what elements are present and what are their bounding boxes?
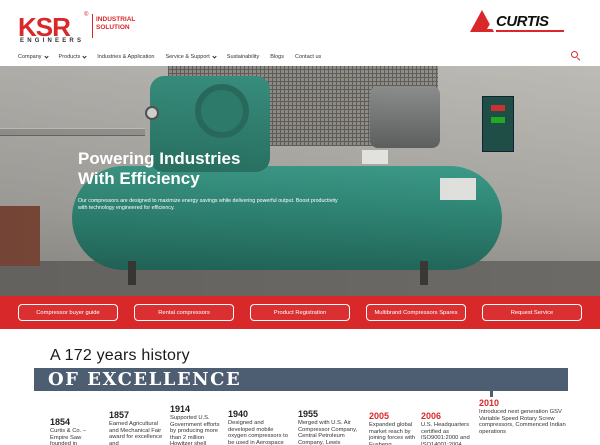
curtis-underline <box>496 30 564 32</box>
nav-label: Contact us <box>294 54 322 60</box>
curtis-logo[interactable]: CURTIS <box>470 10 566 34</box>
timeline-text: Merged with U.S. Air Compressor Company,… <box>298 420 358 445</box>
multibrand-spares-button[interactable]: Multibrand Compressors Spares <box>366 304 466 321</box>
timeline-item: 2006 U.S. Headquarters certified as ISO9… <box>421 411 477 445</box>
nav-label: Blogs <box>270 54 284 60</box>
nav-label: Company <box>18 54 42 60</box>
nav-item-products[interactable]: Products <box>58 53 87 60</box>
chevron-down-icon <box>212 53 217 59</box>
ksr-logo[interactable]: KSR ® ENGINEERS INDUSTRIAL SOLUTION <box>18 12 138 46</box>
nav-item-industries[interactable]: Industries & Application <box>97 54 154 60</box>
chevron-down-icon <box>82 53 87 59</box>
nav-item-contact[interactable]: Contact us <box>295 54 321 60</box>
timeline-text: Supported U.S. Government efforts by pro… <box>170 415 220 445</box>
timeline-item: 1955 Merged with U.S. Air Compressor Com… <box>298 409 364 445</box>
timeline-year: 1940 <box>228 409 249 419</box>
rental-compressors-button[interactable]: Rental compressors <box>134 304 234 321</box>
nav-item-company[interactable]: Company <box>18 53 49 60</box>
nav-item-blogs[interactable]: Blogs <box>270 54 284 60</box>
nav-label: Products <box>58 54 81 60</box>
hero-banner: Powering Industries With Efficiency Our … <box>0 66 600 296</box>
timeline-year: 2005 <box>369 411 390 421</box>
timeline-text: Introduced next generation GSV Variable … <box>479 409 566 435</box>
site-header: KSR ® ENGINEERS INDUSTRIAL SOLUTION CURT… <box>0 0 600 66</box>
curtis-triangle-icon <box>470 10 501 32</box>
timeline-item: 1914 Supported U.S. Government efforts b… <box>170 404 225 445</box>
product-registration-button[interactable]: Product Registration <box>250 304 350 321</box>
chevron-down-icon <box>43 53 49 59</box>
nav-label: Sustainability <box>226 54 260 60</box>
timeline-text: Earned Agricultural and Mechanical Fair … <box>109 421 163 445</box>
history-title: A 172 years history <box>50 347 190 364</box>
logo-subtitle: ENGINEERS <box>20 38 85 44</box>
hero-description: Our compressors are designed to maximize… <box>78 198 338 211</box>
timeline-year: 2006 <box>421 411 442 421</box>
timeline-text: U.S. Headquarters certified as ISO9001:2… <box>421 422 470 445</box>
hero-title-line: With Efficiency <box>78 169 200 188</box>
curtis-wordmark: CURTIS <box>496 13 549 30</box>
timeline-text: Expanded global market reach by joining … <box>369 422 416 445</box>
timeline-year: 2010 <box>479 398 500 408</box>
request-service-button[interactable]: Request Service <box>482 304 582 321</box>
timeline-item: 2005 Expanded global market reach by joi… <box>369 411 419 445</box>
main-nav: Company Products Industries & Applicatio… <box>18 52 332 62</box>
search-icon[interactable] <box>571 51 581 61</box>
timeline-year: 1857 <box>109 410 130 420</box>
timeline-text: Curtis & Co. – Empire Saw founded in <box>50 428 87 445</box>
excellence-banner-text: OF EXCELLENCE <box>48 369 242 390</box>
compressor-buyer-guide-button[interactable]: Compressor buyer guide <box>18 304 118 321</box>
timeline-year: 1914 <box>170 404 191 414</box>
quick-action-bar: Compressor buyer guide Rental compressor… <box>0 296 600 329</box>
hero-title-line: Powering Industries <box>78 149 241 168</box>
timeline-item: 2010 Introduced next generation GSV Vari… <box>479 398 575 435</box>
timeline-marker <box>490 391 493 397</box>
timeline-year: 1955 <box>298 409 319 419</box>
timeline-year: 1854 <box>50 417 71 427</box>
logo-registered-mark: ® <box>84 12 89 18</box>
nav-item-sustainability[interactable]: Sustainability <box>227 54 259 60</box>
logo-divider <box>92 14 93 38</box>
timeline-item: 1854 Curtis & Co. – Empire Saw founded i… <box>50 417 100 445</box>
logo-tagline: INDUSTRIAL SOLUTION <box>96 16 136 31</box>
timeline-text: Designed and developed mobile oxygen com… <box>228 420 288 445</box>
nav-item-service-support[interactable]: Service & Support <box>165 53 217 60</box>
nav-label: Industries & Application <box>97 54 155 60</box>
hero-title: Powering Industries With Efficiency <box>78 149 338 189</box>
nav-label: Service & Support <box>165 54 210 60</box>
timeline-item: 1857 Earned Agricultural and Mechanical … <box>109 410 167 445</box>
timeline-item: 1940 Designed and developed mobile oxyge… <box>228 409 292 445</box>
